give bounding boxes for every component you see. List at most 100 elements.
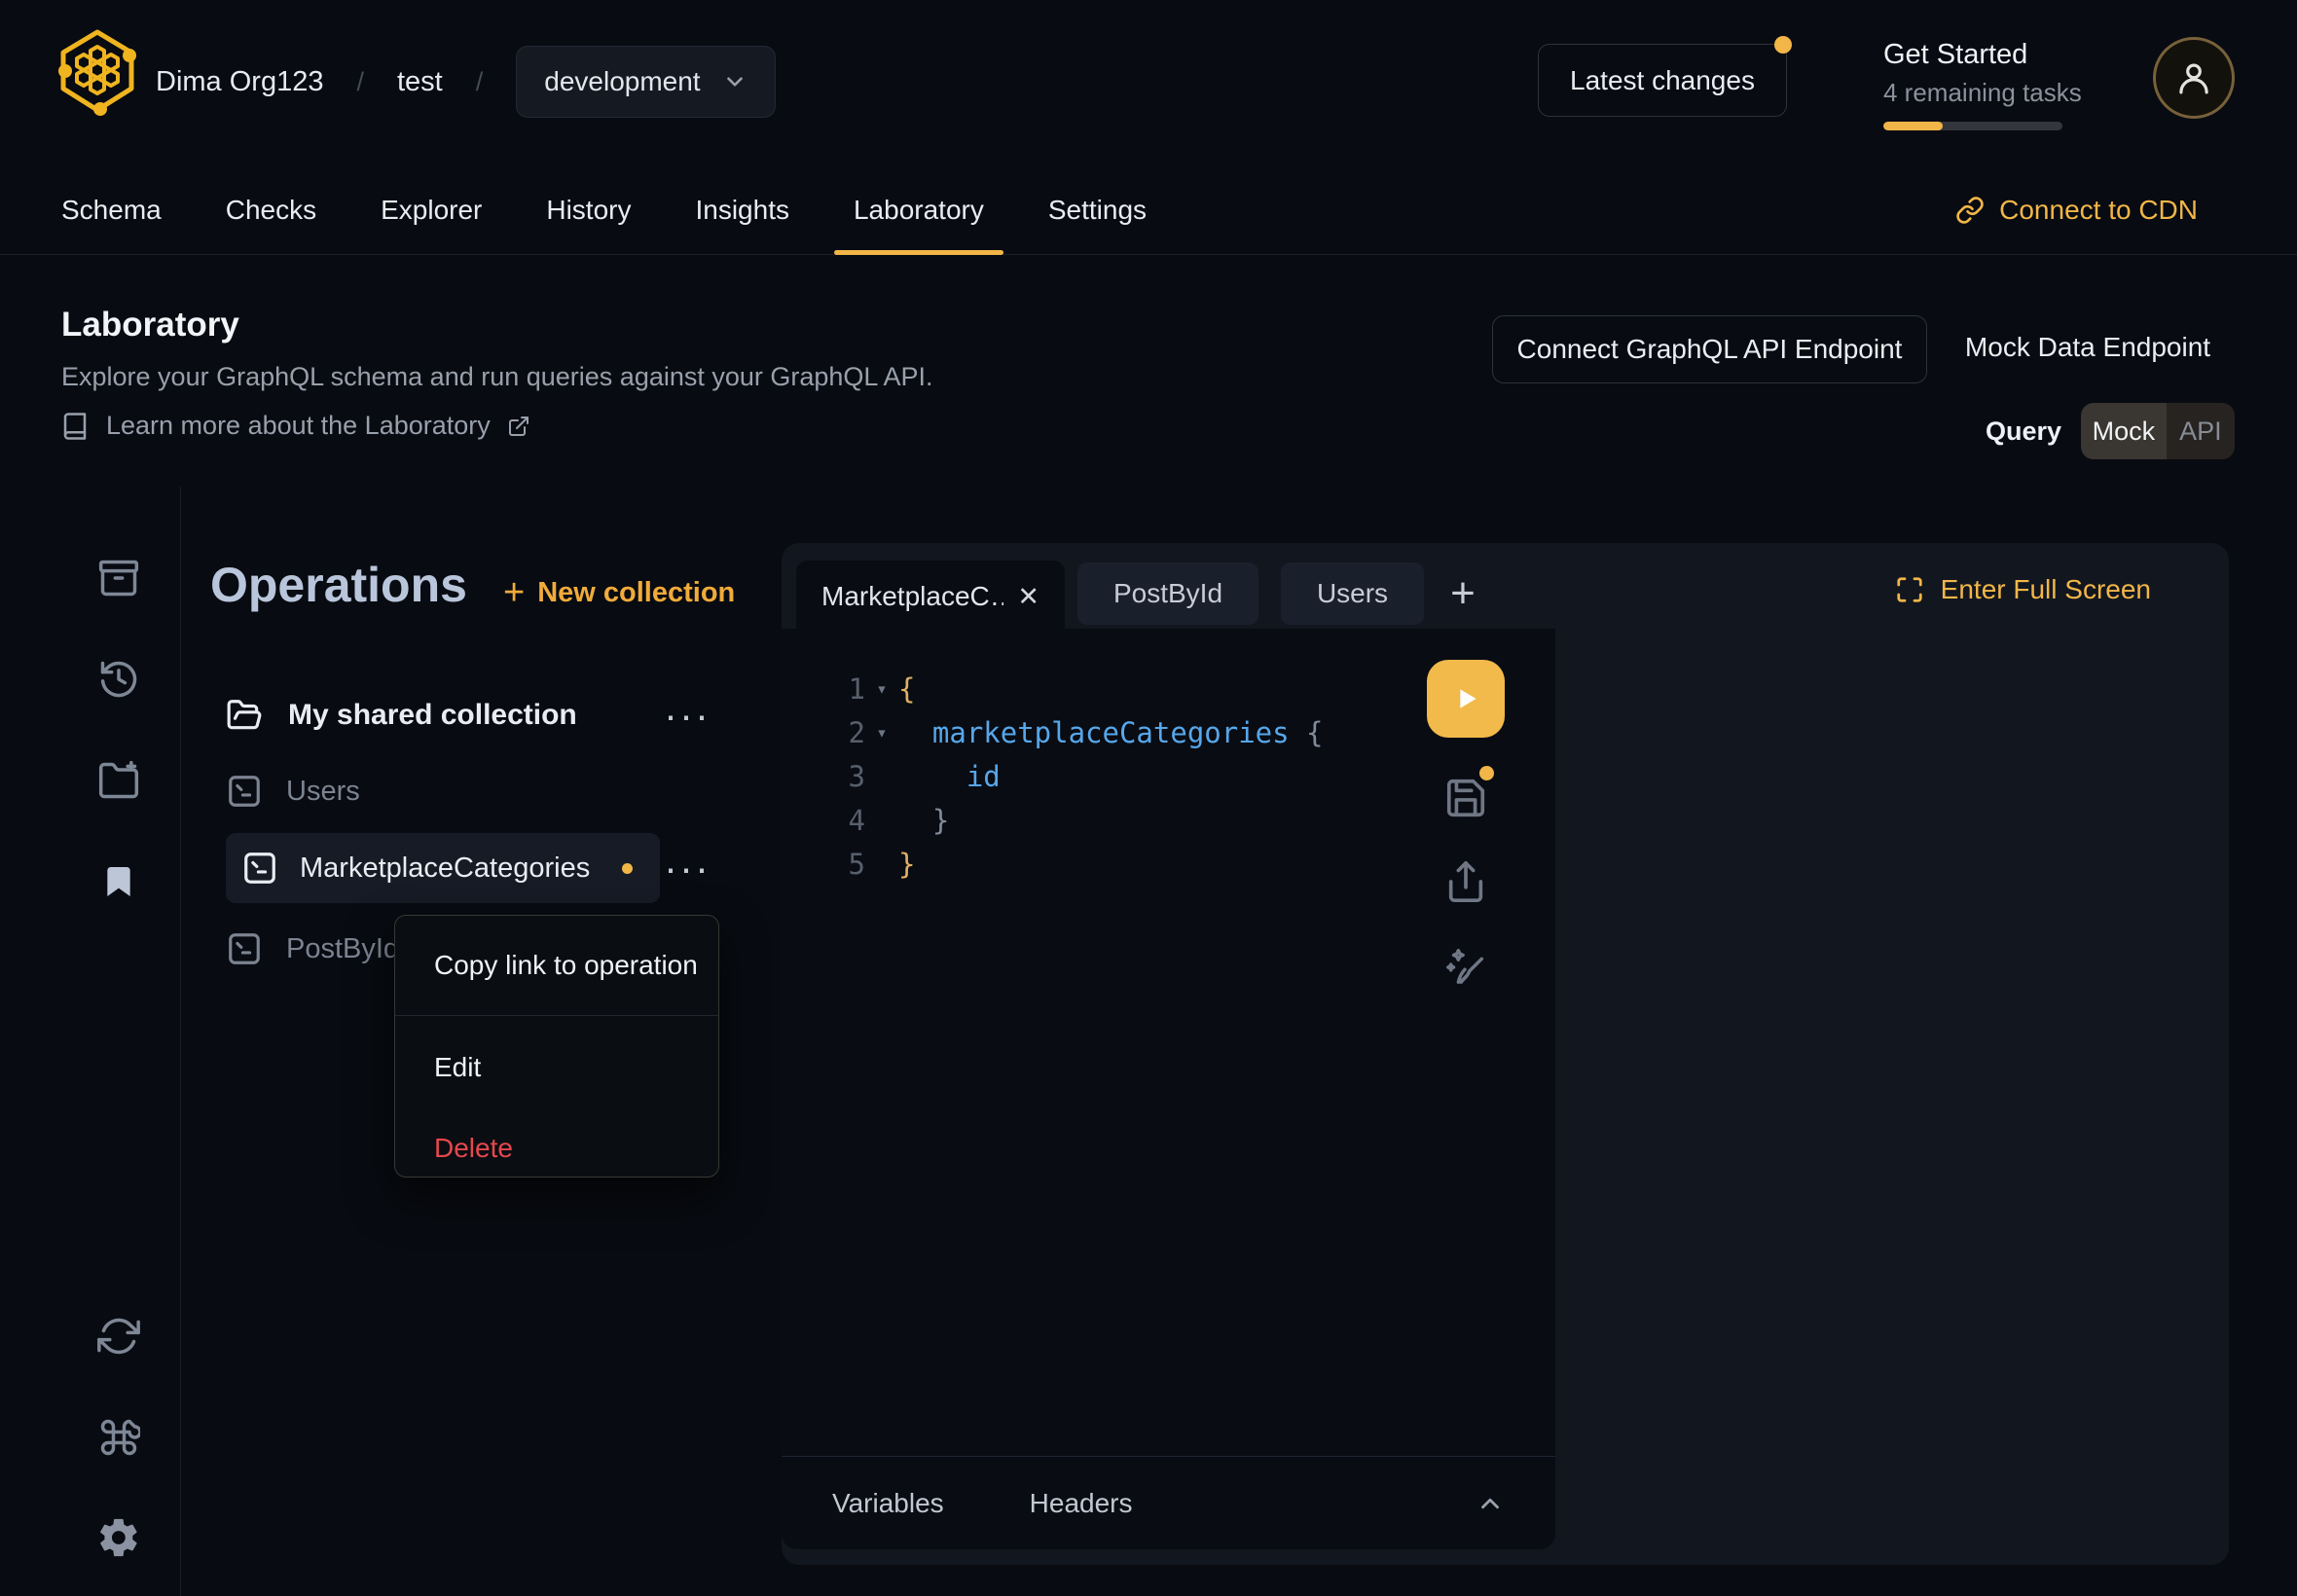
operation-label: Users <box>286 776 360 808</box>
share-icon <box>1443 859 1488 904</box>
fold-caret-icon[interactable]: ▾ <box>865 668 898 711</box>
nav-tab-checks[interactable]: Checks <box>226 165 316 254</box>
play-icon <box>1449 682 1482 715</box>
connect-to-cdn-link[interactable]: Connect to CDN <box>1955 165 2198 254</box>
mock-data-endpoint-button[interactable]: Mock Data Endpoint <box>1964 332 2211 363</box>
breadcrumb-org[interactable]: Dima Org123 <box>156 66 323 98</box>
new-collection-label: New collection <box>537 577 735 609</box>
enter-fullscreen-label: Enter Full Screen <box>1941 574 2151 605</box>
operations-title: Operations <box>210 557 467 613</box>
context-menu-delete[interactable]: Delete <box>395 1119 718 1178</box>
breadcrumb-separator: / <box>356 67 364 97</box>
folder-open-icon <box>226 697 263 734</box>
get-started-progress-track <box>1883 122 2062 130</box>
folder-plus-icon[interactable] <box>93 755 144 806</box>
unsaved-changes-dot <box>1479 766 1494 780</box>
run-query-button[interactable] <box>1427 660 1505 738</box>
mock-data-endpoint-label: Mock Data Endpoint <box>1965 332 2210 362</box>
code-segment <box>898 711 932 755</box>
operation-label: MarketplaceCategories <box>300 852 590 885</box>
progress-fill <box>1883 122 1943 130</box>
person-icon <box>2173 57 2214 98</box>
editor-tab-users[interactable]: Users <box>1281 562 1424 625</box>
enter-fullscreen-button[interactable]: Enter Full Screen <box>1895 543 2151 636</box>
code-segment: id <box>966 755 1001 799</box>
page-subtitle: Explore your GraphQL schema and run quer… <box>61 362 932 392</box>
rail-divider <box>180 487 181 1596</box>
connect-graphql-endpoint-button[interactable]: Connect GraphQL API Endpoint <box>1492 315 1927 383</box>
settings-icon[interactable] <box>93 1512 144 1563</box>
variables-tab[interactable]: Variables <box>832 1488 944 1519</box>
breadcrumb: Dima Org123 / test / development <box>156 0 776 163</box>
operation-menu-button[interactable]: ··· <box>664 833 711 903</box>
collapse-footer-button[interactable] <box>1476 1489 1505 1518</box>
operation-context-menu: Copy link to operation Edit Delete <box>394 915 719 1178</box>
external-link-icon <box>507 415 530 438</box>
nav-tab-laboratory[interactable]: Laboratory <box>854 165 984 254</box>
refresh-icon[interactable] <box>93 1311 144 1361</box>
chevron-down-icon <box>722 69 747 94</box>
save-icon <box>1443 776 1488 820</box>
line-number: 5 <box>782 843 865 887</box>
get-started-title: Get Started <box>1883 39 2082 71</box>
context-menu-copy-link[interactable]: Copy link to operation <box>395 916 718 1015</box>
headers-tab[interactable]: Headers <box>1030 1488 1133 1519</box>
nav-tab-settings[interactable]: Settings <box>1048 165 1147 254</box>
operation-item-postbyid[interactable]: PostById <box>226 919 399 979</box>
latest-changes-button[interactable]: Latest changes <box>1538 44 1787 117</box>
close-icon[interactable]: ✕ <box>1017 582 1039 612</box>
query-mode-api[interactable]: API <box>2167 403 2235 459</box>
connect-to-cdn-label: Connect to CDN <box>1999 195 2198 226</box>
collection-my-shared-collection[interactable]: My shared collection <box>226 685 664 745</box>
nav-tab-history[interactable]: History <box>546 165 631 254</box>
archive-icon[interactable] <box>93 553 144 603</box>
line-number: 3 <box>782 755 865 799</box>
editor-tab-label: MarketplaceC… <box>821 581 1003 612</box>
fold-spacer <box>865 843 898 887</box>
editor-actions <box>1427 660 1505 989</box>
fullscreen-icon <box>1895 575 1924 604</box>
breadcrumb-project[interactable]: test <box>397 66 443 98</box>
hive-logo <box>56 26 138 116</box>
connect-graphql-endpoint-label: Connect GraphQL API Endpoint <box>1517 334 1903 365</box>
operation-label: PostById <box>286 933 399 965</box>
nav-tab-explorer[interactable]: Explorer <box>381 165 482 254</box>
nav-tab-schema[interactable]: Schema <box>61 165 162 254</box>
operation-item-marketplacecategories[interactable]: MarketplaceCategories <box>226 833 660 903</box>
code-segment: { <box>1306 711 1323 755</box>
context-menu-edit[interactable]: Edit <box>395 1016 718 1119</box>
prettify-query-button[interactable] <box>1442 942 1489 989</box>
bookmark-icon[interactable] <box>93 856 144 907</box>
main-navbar: Schema Checks Explorer History Insights … <box>0 165 2297 255</box>
new-collection-button[interactable]: + New collection <box>503 574 735 611</box>
operation-item-users[interactable]: Users <box>226 761 360 821</box>
query-mode-mock[interactable]: Mock <box>2081 403 2167 459</box>
laboratory-page: Dima Org123 / test / development Latest … <box>0 0 2297 1596</box>
collection-menu-button[interactable]: ··· <box>664 685 711 745</box>
learn-more-label: Learn more about the Laboratory <box>106 411 491 441</box>
environment-selector[interactable]: development <box>516 46 775 118</box>
code-segment: { <box>898 668 915 711</box>
fold-caret-icon[interactable]: ▾ <box>865 711 898 755</box>
notification-dot <box>1774 36 1792 54</box>
user-avatar[interactable] <box>2153 37 2235 119</box>
editor-tab-marketplacecategories[interactable]: MarketplaceC… ✕ <box>796 561 1065 633</box>
code-segment <box>898 755 966 799</box>
line-number: 1 <box>782 668 865 711</box>
fold-spacer <box>865 755 898 799</box>
nav-tab-insights[interactable]: Insights <box>695 165 789 254</box>
query-mode-label: Query <box>1986 417 2061 447</box>
save-operation-button[interactable] <box>1442 775 1489 821</box>
terminal-square-icon <box>241 850 278 887</box>
learn-more-link[interactable]: Learn more about the Laboratory <box>60 411 530 441</box>
laboratory-editor-panel: MarketplaceC… ✕ PostById Users + Enter F… <box>782 543 2229 1565</box>
environment-selected-value: development <box>544 66 700 97</box>
query-editor[interactable]: 1 ▾ { 2 ▾ marketplaceCategories { 3 id <box>782 629 1555 1549</box>
share-operation-button[interactable] <box>1442 858 1489 905</box>
broom-sparkles-icon <box>1443 943 1488 988</box>
get-started-widget[interactable]: Get Started 4 remaining tasks <box>1883 39 2082 130</box>
editor-tab-postbyid[interactable]: PostById <box>1077 562 1258 625</box>
command-icon[interactable] <box>93 1412 144 1463</box>
history-icon[interactable] <box>93 654 144 705</box>
new-tab-button[interactable]: + <box>1432 562 1494 625</box>
